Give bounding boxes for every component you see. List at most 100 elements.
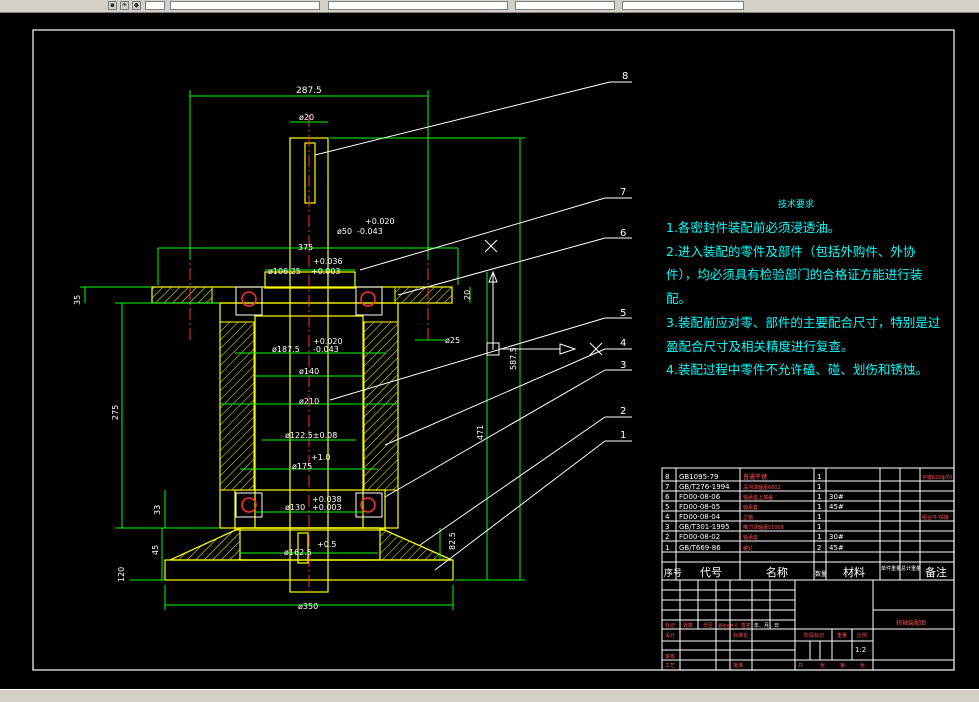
dim-d122: ø122.5±0.08	[285, 431, 337, 440]
lightbulb-icon[interactable]: ☀	[120, 1, 129, 10]
bom-header-name: 名称	[766, 565, 788, 579]
dim-20: 20	[463, 290, 472, 300]
bom-header-qty: 数量	[815, 570, 827, 578]
hatch-walls	[151, 286, 453, 561]
svg-text:设计: 设计	[665, 632, 675, 639]
dim-d25: ø25	[445, 336, 460, 345]
bom-header-mat: 材料	[843, 565, 865, 579]
svg-text:年、月、日: 年、月、日	[754, 622, 779, 629]
dim-tol1-upper: +0.020	[365, 217, 395, 226]
bom-header-total: 总计重量	[901, 565, 921, 572]
bom-row: 7 GB/T276-1994 深沟球轴承6002 1	[665, 483, 821, 491]
dim-375: 375	[298, 243, 313, 252]
lineweight-dropdown[interactable]	[515, 1, 615, 10]
svg-text:FD00-08-05: FD00-08-05	[679, 503, 720, 511]
dim-45: 45	[151, 545, 160, 555]
svg-text:批准: 批准	[733, 662, 743, 669]
tech-item-3: 3.装配前应对零、部件的主要配合尺寸，特别是过	[666, 315, 941, 330]
linetype-dropdown[interactable]	[328, 1, 508, 10]
svg-text:FD00-08-06: FD00-08-06	[679, 493, 721, 501]
plotstyle-dropdown[interactable]	[622, 1, 744, 10]
drawing-name: 转轴装配图	[896, 619, 926, 627]
dim-d175: ø175	[292, 462, 312, 471]
svg-text:普通平键: 普通平键	[743, 473, 767, 481]
dim-120: 120	[117, 567, 126, 582]
svg-text:1: 1	[817, 523, 821, 531]
svg-text:工艺: 工艺	[665, 663, 675, 669]
tech-item-1: 1.各密封件装配前必须浸透油。	[666, 220, 840, 235]
dim-tol1-label: ø50	[337, 227, 352, 236]
svg-text:GB/T276-1994: GB/T276-1994	[679, 483, 730, 491]
svg-text:1: 1	[817, 473, 821, 481]
balloon-4: 4	[620, 338, 626, 349]
tech-item-2: 2.进入装配的零件及部件（包括外购件、外协	[666, 244, 916, 259]
cad-drawing: 8 7 6 5 4 3 2 1 287.5 ø20 +0.020 ø50 -0.…	[32, 29, 955, 671]
dim-tol4-label: ø130	[285, 503, 305, 512]
dim-d210: ø210	[299, 397, 319, 406]
dim-d140: ø140	[299, 367, 319, 376]
svg-text:GB/T669-86: GB/T669-86	[679, 544, 721, 552]
bom-row: 5 FD00-08-05 轴承套 1 45#	[665, 503, 844, 511]
dim-tol2-lower: +0.003	[311, 267, 341, 276]
svg-text:3: 3	[665, 523, 669, 531]
svg-text:标准化: 标准化	[733, 632, 748, 639]
dim-275: 275	[111, 405, 120, 420]
tech-item-2b: 件），均必须具有检验部门的合格证方能进行装	[666, 267, 922, 282]
bom-row: 4 FD00-08-04 立轴 1 组合件·焊接	[665, 513, 949, 521]
dim-825: 82.5	[448, 532, 457, 550]
lock-icon[interactable]: ◆	[132, 1, 141, 10]
svg-text:第: 第	[840, 662, 845, 669]
svg-text:重量: 重量	[837, 632, 847, 639]
balloon-6: 6	[620, 228, 626, 239]
color-swatch[interactable]	[145, 1, 165, 10]
balloon-8: 8	[622, 71, 628, 82]
svg-text:45#: 45#	[829, 544, 844, 552]
svg-text:审核: 审核	[665, 653, 675, 660]
bom-header-remark: 备注	[925, 565, 947, 579]
svg-text:深沟球轴承6002: 深沟球轴承6002	[743, 484, 781, 491]
svg-text:张: 张	[820, 662, 825, 669]
svg-text:2: 2	[817, 544, 821, 552]
svg-text:1: 1	[817, 533, 821, 541]
layer-icon[interactable]: ▪	[108, 1, 117, 10]
svg-text:GB1095-79: GB1095-79	[679, 473, 718, 481]
dim-471: 471	[476, 425, 485, 440]
tech-item-4: 4.装配过程中零件不允许磕、碰、划伤和锈蚀。	[666, 362, 928, 377]
dim-d350: ø350	[298, 602, 318, 611]
bom-header-no: 序号	[664, 567, 682, 579]
dim-plus05: +0.5	[317, 540, 336, 549]
dim-587: 587.5	[509, 347, 518, 370]
assembly-outline	[151, 137, 454, 593]
svg-text:1: 1	[817, 513, 821, 521]
svg-text:组合件·焊接: 组合件·焊接	[922, 514, 949, 521]
dim-tol2-label: ø106.25	[268, 267, 301, 276]
dim-33: 33	[153, 505, 162, 515]
dimension-lines	[80, 90, 525, 610]
layer-dropdown[interactable]	[170, 1, 320, 10]
svg-text:FD00-08-04: FD00-08-04	[679, 513, 721, 521]
bom-row: 3 GB/T301-1995 推力球轴承51008 1	[665, 523, 821, 531]
svg-text:7: 7	[665, 483, 669, 491]
svg-text:更改文件号: 更改文件号	[718, 622, 738, 628]
dim-tol3-lower: -0.043	[313, 345, 339, 354]
scale-value: 1:2	[855, 646, 866, 654]
svg-text:标记: 标记	[665, 622, 675, 629]
svg-text:2: 2	[665, 533, 669, 541]
svg-text:张: 张	[860, 662, 865, 669]
status-bar	[0, 689, 979, 702]
drawing-canvas[interactable]: 8 7 6 5 4 3 2 1 287.5 ø20 +0.020 ø50 -0.…	[0, 13, 979, 689]
dim-tol4-lower: +0.003	[312, 503, 342, 512]
dim-35: 35	[73, 295, 82, 305]
bom-row: 2 FD00-08-02 轴承座 1 30#	[665, 533, 844, 541]
tech-item-3b: 盈配合尺寸及相关精度进行复查。	[666, 339, 854, 354]
dim-tol1-lower: -0.043	[357, 227, 383, 236]
toolbar: ▪ ☀ ◆	[0, 0, 979, 13]
svg-text:1: 1	[817, 493, 821, 501]
svg-text:轴承套: 轴承套	[743, 504, 758, 511]
svg-text:1: 1	[817, 483, 821, 491]
svg-text:4: 4	[665, 513, 670, 521]
svg-text:30#: 30#	[829, 493, 844, 501]
balloon-5: 5	[620, 308, 626, 319]
svg-text:8: 8	[665, 473, 669, 481]
svg-text:30#: 30#	[829, 533, 844, 541]
